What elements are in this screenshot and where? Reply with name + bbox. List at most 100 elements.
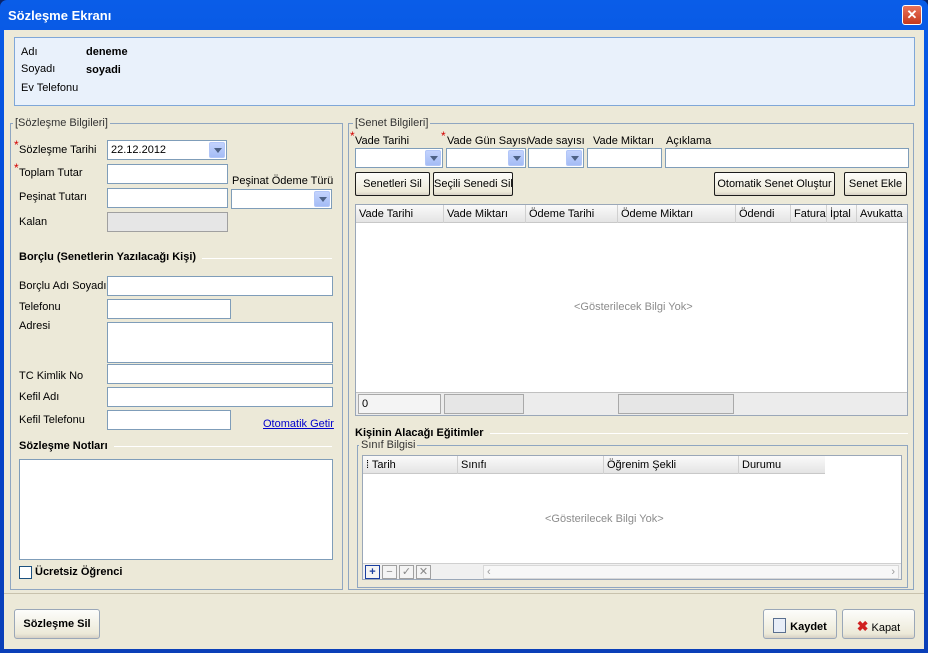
required-mark: * (441, 129, 446, 143)
column-iptal[interactable]: İptal (827, 205, 857, 223)
pesinat-tutari-input[interactable] (107, 188, 228, 208)
otomatik-getir-link[interactable]: Otomatik Getir (263, 418, 334, 430)
chevron-left-icon[interactable]: ‹ (487, 566, 491, 578)
kefil-adi-input[interactable] (107, 387, 333, 407)
borclu-title: Borçlu (Senetlerin Yazılacağı Kişi) (19, 251, 203, 263)
sinif-grid-header: ⁞ Tarih Sınıfı Öğrenim Şekli Durumu (363, 456, 825, 474)
telefonu-input[interactable] (107, 299, 231, 319)
soyadi-value: soyadi (86, 64, 121, 76)
telefonu-label: Telefonu (19, 301, 61, 313)
column-odeme-tarihi[interactable]: Ödeme Tarihi (526, 205, 618, 223)
sozlesme-tarihi-value: 22.12.2012 (111, 144, 167, 156)
otomatik-senet-olustur-button[interactable]: Otomatik Senet Oluştur (714, 172, 835, 196)
aciklama-label: Açıklama (666, 135, 712, 147)
senet-grid-footer: 0 (356, 392, 907, 415)
sinif-grid[interactable]: ⁞ Tarih Sınıfı Öğrenim Şekli Durumu <Gös… (362, 455, 902, 580)
senetleri-sil-button[interactable]: Senetleri Sil (355, 172, 430, 196)
toplam-tutar-input[interactable] (107, 164, 228, 184)
senet-grid[interactable]: Vade Tarihi Vade Miktarı Ödeme Tarihi Öd… (355, 204, 908, 416)
borclu-adi-soyadi-input[interactable] (107, 276, 333, 296)
vade-gun-sayisi-select[interactable] (446, 148, 526, 168)
sinif-bilgisi-title: Sınıf Bilgisi (359, 439, 418, 451)
remove-icon[interactable]: − (382, 565, 397, 579)
chevron-down-icon[interactable] (508, 150, 524, 166)
client-area: Adı deneme Soyadı soyadi Ev Telefonu [Sö… (4, 30, 924, 649)
cancel-icon[interactable]: ✕ (416, 565, 431, 579)
adresi-input[interactable] (107, 322, 333, 363)
vade-miktari-input[interactable] (587, 148, 662, 168)
footer-total-odeme (618, 394, 734, 414)
tc-kimlik-label: TC Kimlik No (19, 370, 84, 382)
senet-empty-message: <Gösterilecek Bilgi Yok> (574, 301, 693, 313)
column-sinifi[interactable]: Sınıfı (458, 456, 604, 474)
save-icon (773, 618, 787, 633)
window-title: Sözleşme Ekranı (8, 8, 112, 23)
ucretsiz-ogrenci-checkbox[interactable] (19, 566, 32, 579)
senet-group-title: [Senet Bilgileri] (353, 117, 431, 129)
window: Sözleşme Ekranı ✕ Adı deneme Soyadı soya… (0, 0, 928, 653)
ucretsiz-ogrenci-label: Ücretsiz Öğrenci (35, 566, 123, 578)
aciklama-input[interactable] (665, 148, 909, 168)
kaydet-button[interactable]: Kaydet (763, 609, 837, 639)
senet-ekle-button[interactable]: Senet Ekle (844, 172, 907, 196)
student-info-panel: Adı deneme Soyadı soyadi Ev Telefonu (14, 37, 915, 106)
sinif-grid-navigator: + − ✓ ✕ ‹ › (363, 563, 901, 579)
vade-tarihi-picker[interactable] (355, 148, 443, 168)
column-durumu[interactable]: Durumu (739, 456, 827, 474)
add-icon[interactable]: + (365, 565, 380, 579)
sinif-empty-message: <Gösterilecek Bilgi Yok> (545, 513, 664, 525)
adi-value: deneme (86, 46, 128, 58)
borclu-adi-soyadi-label: Borçlu Adı Soyadı (19, 280, 107, 292)
chevron-down-icon[interactable] (425, 150, 441, 166)
vade-miktari-label: Vade Miktarı (593, 135, 654, 147)
kefil-adi-label: Kefil Adı (19, 391, 60, 403)
sozlesme-tarihi-label: Sözleşme Tarihi (19, 144, 97, 156)
tc-kimlik-input[interactable] (107, 364, 333, 384)
kalan-input (107, 212, 228, 232)
footer-total-vade (444, 394, 524, 414)
column-ogrenim-sekli[interactable]: Öğrenim Şekli (604, 456, 739, 474)
pesinat-odeme-turu-select[interactable] (231, 189, 332, 209)
secili-senedi-sil-button[interactable]: Seçili Senedi Sil (433, 172, 513, 196)
adresi-label: Adresi (19, 320, 51, 332)
vade-gun-sayisi-label: Vade Gün Sayısı (447, 135, 530, 147)
column-vade-tarihi[interactable]: Vade Tarihi (356, 205, 444, 223)
notlar-title: Sözleşme Notları (19, 440, 114, 452)
column-odendi[interactable]: Ödendi (736, 205, 791, 223)
kefil-telefonu-input[interactable] (107, 410, 231, 430)
chevron-down-icon[interactable] (566, 150, 582, 166)
kalan-label: Kalan (19, 216, 48, 228)
sozlesme-sil-button[interactable]: Sözleşme Sil (14, 609, 100, 639)
column-tarih[interactable]: ⁞ Tarih (363, 456, 458, 474)
vade-sayisi-select[interactable] (528, 148, 584, 168)
chevron-down-icon[interactable] (314, 191, 330, 207)
horizontal-scrollbar[interactable]: ‹ › (483, 565, 899, 579)
column-vade-miktari[interactable]: Vade Miktarı (444, 205, 526, 223)
footer-count: 0 (358, 394, 441, 414)
vade-tarihi-label: Vade Tarihi (355, 135, 410, 147)
sozlesme-tarihi-picker[interactable]: 22.12.2012 (107, 140, 227, 160)
egitimler-title: Kişinin Alacağı Eğitimler (355, 427, 490, 439)
check-icon[interactable]: ✓ (399, 565, 414, 579)
required-mark: * (14, 138, 19, 152)
chevron-down-icon[interactable] (209, 142, 225, 158)
vade-sayisi-label: Vade sayısı (528, 135, 585, 147)
toplam-tutar-label: Toplam Tutar (19, 167, 83, 179)
close-button[interactable]: ✕ (902, 5, 922, 25)
required-mark: * (14, 161, 19, 175)
pesinat-tutari-label: Peşinat Tutarı (19, 191, 87, 203)
column-odeme-miktari[interactable]: Ödeme Miktarı (618, 205, 736, 223)
adi-label: Adı (21, 46, 38, 58)
column-avukatta[interactable]: Avukatta (857, 205, 908, 223)
column-tarih-label: Tarih (371, 459, 396, 471)
kapat-button[interactable]: ✖ Kapat (842, 609, 915, 639)
kapat-label: Kapat (871, 622, 901, 634)
close-icon: ✖ (856, 618, 869, 634)
close-icon: ✕ (906, 7, 918, 22)
pesinat-odeme-turu-label: Peşinat Ödeme Türü (232, 175, 334, 187)
sozlesme-notlari-textarea[interactable] (19, 459, 333, 560)
column-fatura[interactable]: Fatura (791, 205, 827, 223)
kaydet-label: Kaydet (790, 621, 827, 633)
chevron-right-icon[interactable]: › (891, 566, 895, 578)
sozlesme-group-title: [Sözleşme Bilgileri] (13, 117, 110, 129)
